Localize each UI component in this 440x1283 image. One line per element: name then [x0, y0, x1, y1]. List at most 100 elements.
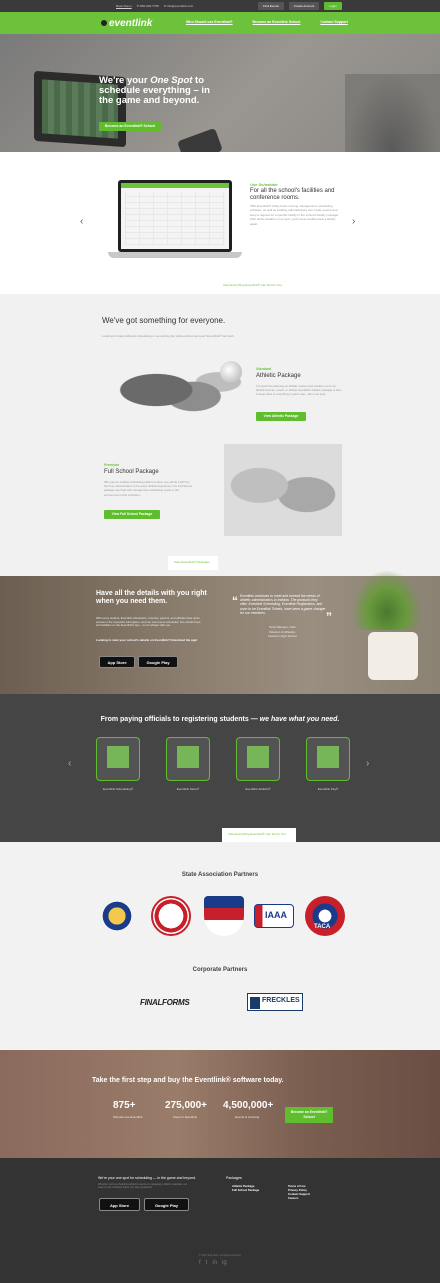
finalforms-logo[interactable]: FINALFORMS: [140, 998, 190, 1007]
tools-headline: From paying officials to registering stu…: [0, 716, 440, 723]
logo-text: eventlink: [109, 18, 153, 29]
athletic-kicker: Standard: [256, 367, 272, 371]
footer-legal-list: Terms of Use Privacy Policy Contact Supp…: [288, 1184, 310, 1200]
scheduler-body: With Eventlink® Utility hosts running ma…: [250, 204, 339, 226]
app-headline: Have all the details with you right when…: [96, 590, 207, 605]
twitter-icon[interactable]: t: [206, 1260, 208, 1266]
scheduling-tool-card[interactable]: [96, 737, 140, 781]
scheduler-next-arrow[interactable]: ›: [352, 216, 355, 227]
app-body: With every student, Eventlink schedulers…: [96, 616, 202, 628]
pay-tool-label: Eventlink Pay®: [317, 787, 339, 791]
stat-users-value: 275,000+: [165, 1100, 207, 1111]
nav-item-contact-support[interactable]: Contact Support: [320, 20, 347, 24]
nav-item-become-school[interactable]: Become an Eventlink School: [253, 20, 301, 24]
scheduler-laptop-image: [108, 180, 242, 258]
fullschool-title: Full School Package: [104, 469, 159, 475]
login-button[interactable]: Login: [324, 2, 342, 10]
runner-icon: [247, 746, 269, 768]
hero-cta-button[interactable]: Become an Eventlink® School: [99, 122, 161, 131]
dollar-icon: [317, 746, 339, 768]
email-link[interactable]: ✉ info@eventlink.com: [164, 4, 194, 8]
state-partners-heading: State Association Partners: [181, 872, 259, 878]
athletic-title: Athletic Package: [256, 373, 301, 379]
footer-careers-link[interactable]: Careers: [288, 1196, 310, 1200]
tools-next-arrow[interactable]: ›: [366, 758, 369, 769]
footer-heading: We're your one spot for scheduling — in …: [98, 1176, 196, 1180]
fullschool-kicker: Premium: [104, 463, 119, 467]
tools-headline-pre: From paying officials to registering stu…: [100, 716, 260, 723]
ihsaa-logo[interactable]: [97, 896, 137, 936]
stat-schools-label: Schools use Eventlink: [113, 1115, 143, 1119]
taca-text: TACA: [314, 924, 331, 930]
scheduler-tab-link[interactable]: View Everything Eventlink® Can Do For Yo…: [223, 283, 282, 287]
facebook-icon[interactable]: f: [199, 1260, 201, 1266]
freckles-mark-icon: [250, 997, 260, 1009]
packages-section: We've got something for everyone. Lookin…: [0, 294, 440, 576]
social-links: f t in ig: [199, 1260, 227, 1266]
athletic-body: It is great into planning an athletic se…: [256, 384, 342, 397]
view-fullschool-package-button[interactable]: View Full School Package: [104, 510, 160, 519]
freckles-logo[interactable]: FRECKLES: [247, 993, 303, 1011]
footer: We're your one spot for scheduling — in …: [0, 1158, 440, 1283]
freckles-text: FRECKLES: [262, 997, 300, 1004]
top-utility-bar: Book Demo ✆ 866-936-7758 ✉ info@eventlin…: [0, 0, 440, 12]
violin-students-image: [224, 444, 342, 536]
tools-prev-arrow[interactable]: ‹: [68, 758, 71, 769]
athletic-tool-label: Eventlink Athletic®: [245, 787, 271, 791]
scheduler-title: For all the school's facilities and conf…: [250, 188, 335, 201]
stat-events-value: 4,500,000+: [223, 1100, 274, 1111]
footer-app-store-badge[interactable]: App Store: [99, 1198, 140, 1211]
footer-packages-list: Athletic Package Full School Package: [232, 1184, 259, 1192]
store-tool-card[interactable]: [166, 737, 210, 781]
utility-links: Book Demo ✆ 866-936-7758 ✉ info@eventlin…: [116, 4, 193, 8]
scheduler-section: ‹ Use Scheduler For all the school's fac…: [0, 152, 440, 294]
fullschool-body: Why pay for multiple scheduling platform…: [104, 480, 192, 497]
close-quote-icon: ”: [326, 610, 332, 624]
packages-subheading: Looking for basic athletics scheduling o…: [102, 334, 235, 338]
attribution-name: Scott Stevens, CAA: [269, 625, 296, 629]
ihsaa-shield-logo[interactable]: [151, 896, 191, 936]
taca-logo[interactable]: TACA: [305, 896, 345, 936]
hero-headline: We're your One Spot to schedule everythi…: [99, 76, 225, 106]
packages-tab-link[interactable]: View Eventlink® Packages: [168, 556, 218, 570]
google-play-badge[interactable]: Google Play: [138, 656, 178, 668]
cta-headline: Take the first step and buy the Eventlin…: [92, 1077, 284, 1084]
footer-fullschool-link[interactable]: Full School Package: [232, 1188, 259, 1192]
app-store-badge[interactable]: App Store: [99, 656, 135, 668]
footer-google-play-badge[interactable]: Google Play: [144, 1198, 189, 1211]
plant-image: [352, 570, 422, 630]
scheduler-prev-arrow[interactable]: ‹: [80, 216, 83, 227]
footer-body: Whether you're scheduling athletic event…: [98, 1183, 188, 1190]
phone-link[interactable]: ✆ 866-936-7758: [137, 4, 159, 8]
isaa-logo[interactable]: [204, 896, 244, 936]
stat-events-label: Events & counting: [235, 1115, 260, 1119]
create-account-button[interactable]: Create Account: [289, 2, 319, 10]
linkedin-icon[interactable]: in: [212, 1260, 217, 1266]
scheduling-tool-label: Eventlink Scheduling®: [102, 787, 134, 791]
corporate-partners-heading: Corporate Partners: [192, 967, 248, 973]
eventlink-logo[interactable]: eventlink: [101, 18, 152, 29]
iaaa-text: IAAA: [265, 910, 287, 920]
mobile-app-section: Have all the details with you right when…: [0, 570, 440, 694]
calendar-icon: [107, 746, 129, 768]
stat-users-label: Users in Eventlink: [173, 1115, 198, 1119]
tools-tab-link[interactable]: View Everything Eventlink® Can Do for Yo…: [222, 828, 296, 842]
cart-icon: [177, 746, 199, 768]
nav-item-who-should-use[interactable]: Who Should use Eventlink®: [186, 20, 233, 24]
athletic-tool-card[interactable]: [236, 737, 280, 781]
book-demo-link[interactable]: Book Demo: [116, 4, 132, 8]
instagram-icon[interactable]: ig: [222, 1260, 227, 1266]
footer-packages-heading: Packages: [226, 1176, 242, 1180]
attribution-school: Lebanon High School: [268, 634, 297, 638]
partners-section: State Association Partners IAAA TACA Cor…: [0, 842, 440, 1050]
pay-tool-card[interactable]: [306, 737, 350, 781]
testimonial-attribution: Scott Stevens, CAA Director of Athletics…: [268, 625, 297, 639]
cta-become-school-button[interactable]: Become an Eventlink® School: [285, 1107, 333, 1123]
find-events-button[interactable]: Find Events: [258, 2, 284, 10]
view-athletic-package-button[interactable]: View Athletic Package: [256, 412, 306, 421]
logo-mark-icon: [101, 20, 107, 27]
cta-section: Take the first step and buy the Eventlin…: [0, 1050, 440, 1158]
app-cta-text: Looking to view your school's details on…: [96, 638, 198, 642]
copyright: © 2023 Eventlink. All rights reserved.: [198, 1254, 242, 1257]
iaaa-logo[interactable]: IAAA: [254, 904, 294, 928]
